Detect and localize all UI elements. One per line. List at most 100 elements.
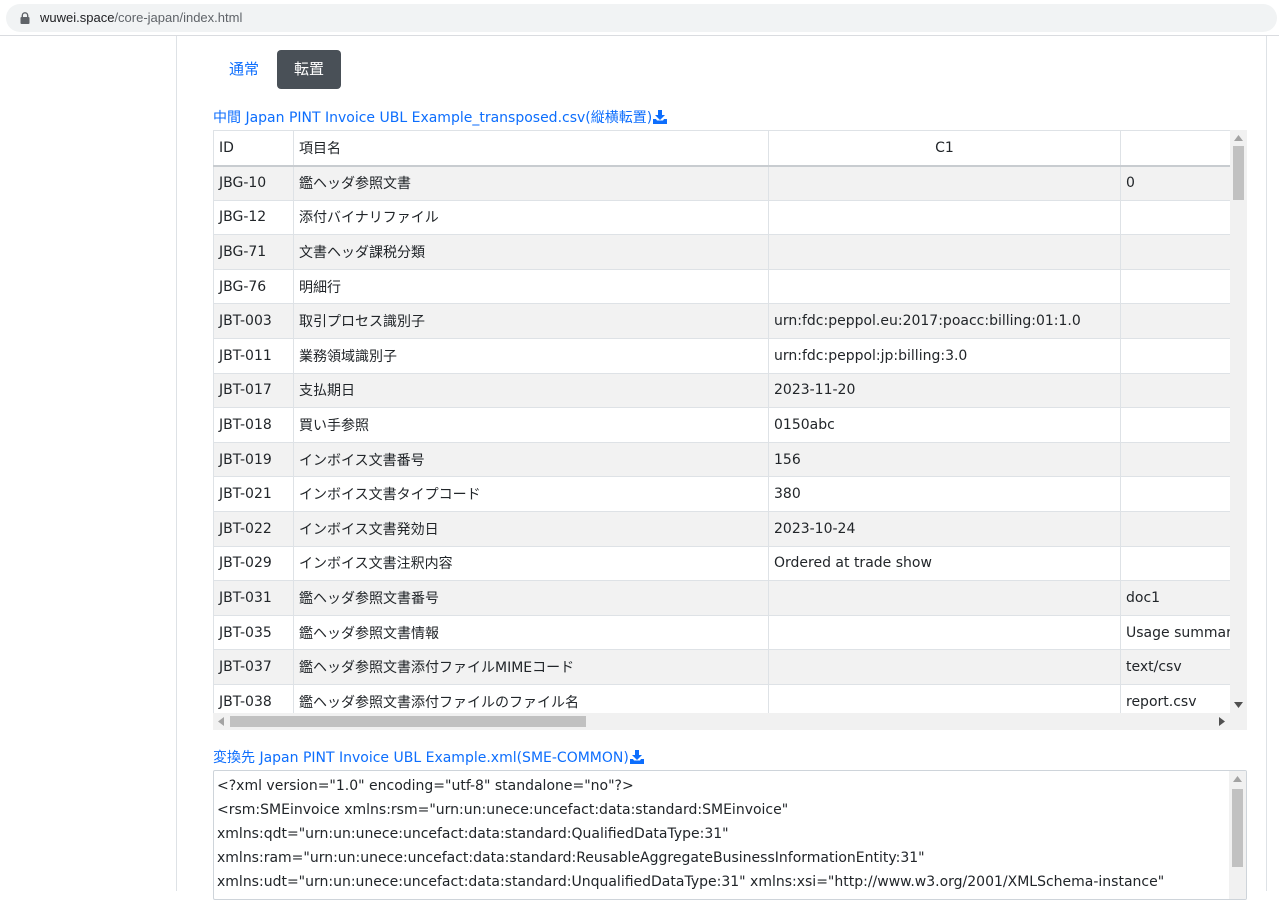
xml-line: <?xml version="1.0" encoding="utf-8" sta… bbox=[217, 778, 634, 794]
csv-download-link[interactable]: 中間 Japan PINT Invoice UBL Example_transp… bbox=[213, 109, 668, 127]
cell-item-name: インボイス文書タイプコード bbox=[293, 476, 769, 512]
cell-id: JBT-029 bbox=[213, 545, 294, 582]
cell-item-name: 買い手参照 bbox=[293, 407, 769, 443]
arrow-down-icon[interactable] bbox=[1234, 702, 1243, 708]
table-row: JBT-018 買い手参照 0150abc bbox=[213, 407, 1247, 443]
tab-normal[interactable]: 通常 bbox=[213, 50, 275, 89]
header-c2 bbox=[1120, 130, 1247, 167]
cell-item-name: 業務領域識別子 bbox=[293, 337, 769, 374]
cell-id: JBG-71 bbox=[213, 234, 294, 270]
table-row: JBT-031 鑑ヘッダ参照文書番号 doc1 bbox=[213, 580, 1247, 616]
cell-c2 bbox=[1120, 337, 1247, 374]
arrow-left-icon[interactable] bbox=[218, 717, 224, 726]
cell-item-name: 支払期日 bbox=[293, 372, 769, 409]
table-horizontal-scrollbar[interactable] bbox=[213, 713, 1247, 730]
url-path: /core-japan/index.html bbox=[114, 10, 243, 25]
xml-vertical-scrollbar[interactable] bbox=[1229, 771, 1246, 899]
cell-c2 bbox=[1120, 234, 1247, 270]
cell-id: JBT-017 bbox=[213, 372, 294, 409]
url-host: wuwei.space bbox=[40, 10, 115, 25]
cell-c1: 380 bbox=[768, 476, 1121, 512]
cell-c2 bbox=[1120, 545, 1247, 582]
table-vertical-scroll-thumb[interactable] bbox=[1233, 146, 1244, 200]
cell-c1: 2023-11-20 bbox=[768, 372, 1121, 409]
cell-item-name: インボイス文書番号 bbox=[293, 441, 769, 478]
csv-table-container[interactable]: ID 項目名 C1 JBG-10 鑑ヘッダ参照文書 0 JBG-12 添付バイナリファイ… bbox=[213, 130, 1247, 730]
cell-id: JBT-022 bbox=[213, 510, 294, 547]
cell-c1 bbox=[768, 268, 1121, 305]
xml-output-textarea[interactable]: <?xml version="1.0" encoding="utf-8" sta… bbox=[213, 770, 1247, 900]
cell-id: JBT-031 bbox=[213, 580, 294, 616]
download-icon bbox=[629, 750, 644, 764]
cell-id: JBT-018 bbox=[213, 407, 294, 443]
url-text[interactable]: wuwei.space/core-japan/index.html bbox=[40, 9, 242, 27]
header-item-name: 項目名 bbox=[293, 130, 769, 167]
arrow-up-icon[interactable] bbox=[1234, 135, 1243, 141]
cell-c2 bbox=[1120, 199, 1247, 236]
cell-c1 bbox=[768, 234, 1121, 270]
cell-c1 bbox=[768, 580, 1121, 616]
table-row: JBT-029 インボイス文書注釈内容 Ordered at trade show bbox=[213, 545, 1247, 582]
cell-item-name: 取引プロセス識別子 bbox=[293, 303, 769, 339]
cell-c2 bbox=[1120, 476, 1247, 512]
cell-c1 bbox=[768, 165, 1121, 201]
csv-table: ID 項目名 C1 JBG-10 鑑ヘッダ参照文書 0 JBG-12 添付バイナリファイ… bbox=[213, 130, 1247, 720]
content-left-border bbox=[176, 36, 177, 891]
cell-item-name: 明細行 bbox=[293, 268, 769, 305]
arrow-up-icon[interactable] bbox=[1233, 776, 1242, 782]
table-row: JBG-10 鑑ヘッダ参照文書 0 bbox=[213, 165, 1247, 201]
xml-download-link[interactable]: 変換先 Japan PINT Invoice UBL Example.xml(S… bbox=[213, 749, 644, 767]
cell-id: JBT-003 bbox=[213, 303, 294, 339]
cell-c1 bbox=[768, 649, 1121, 685]
xml-link-label: 変換先 Japan PINT Invoice UBL Example.xml(S… bbox=[213, 750, 629, 766]
browser-address-bar: wuwei.space/core-japan/index.html bbox=[0, 0, 1279, 36]
cell-item-name: インボイス文書発効日 bbox=[293, 510, 769, 547]
table-row: JBG-12 添付バイナリファイル bbox=[213, 199, 1247, 236]
cell-item-name: 添付バイナリファイル bbox=[293, 199, 769, 236]
xml-vertical-scroll-thumb[interactable] bbox=[1232, 789, 1243, 867]
download-icon bbox=[653, 110, 668, 124]
cell-id: JBG-76 bbox=[213, 268, 294, 305]
table-row: JBT-022 インボイス文書発効日 2023-10-24 bbox=[213, 510, 1247, 547]
table-row: JBT-035 鑑ヘッダ参照文書情報 Usage summar bbox=[213, 614, 1247, 651]
cell-c2 bbox=[1120, 510, 1247, 547]
xml-line: xmlns:ram="urn:un:unece:uncefact:data:st… bbox=[217, 850, 925, 866]
cell-item-name: 鑑ヘッダ参照文書添付ファイルMIMEコード bbox=[293, 649, 769, 685]
table-row: JBG-71 文書ヘッダ課税分類 bbox=[213, 234, 1247, 270]
csv-link-label: 中間 Japan PINT Invoice UBL Example_transp… bbox=[213, 110, 653, 126]
cell-id: JBT-011 bbox=[213, 337, 294, 374]
cell-item-name: 文書ヘッダ課税分類 bbox=[293, 234, 769, 270]
cell-id: JBG-10 bbox=[213, 165, 294, 201]
cell-c1 bbox=[768, 614, 1121, 651]
cell-id: JBG-12 bbox=[213, 199, 294, 236]
cell-c1: 2023-10-24 bbox=[768, 510, 1121, 547]
cell-c2: text/csv bbox=[1120, 649, 1247, 685]
header-c1: C1 bbox=[768, 130, 1121, 167]
table-row: JBT-021 インボイス文書タイプコード 380 bbox=[213, 476, 1247, 512]
lock-icon bbox=[20, 12, 30, 24]
tab-transpose[interactable]: 転置 bbox=[277, 50, 341, 89]
cell-c1: urn:fdc:peppol.eu:2017:poacc:billing:01:… bbox=[768, 303, 1121, 339]
table-row: JBT-017 支払期日 2023-11-20 bbox=[213, 372, 1247, 409]
cell-id: JBT-021 bbox=[213, 476, 294, 512]
cell-item-name: 鑑ヘッダ参照文書情報 bbox=[293, 614, 769, 651]
table-row: JBT-011 業務領域識別子 urn:fdc:peppol:jp:billing:… bbox=[213, 337, 1247, 374]
cell-c1 bbox=[768, 199, 1121, 236]
cell-c2: doc1 bbox=[1120, 580, 1247, 616]
table-vertical-scrollbar[interactable] bbox=[1230, 130, 1247, 714]
cell-c1: 0150abc bbox=[768, 407, 1121, 443]
table-horizontal-scroll-thumb[interactable] bbox=[230, 716, 586, 727]
cell-c1: 156 bbox=[768, 441, 1121, 478]
table-row: JBT-037 鑑ヘッダ参照文書添付ファイルMIMEコード text/csv bbox=[213, 649, 1247, 685]
table-row: JBT-003 取引プロセス識別子 urn:fdc:peppol.eu:2017:p… bbox=[213, 303, 1247, 339]
cell-c1: urn:fdc:peppol:jp:billing:3.0 bbox=[768, 337, 1121, 374]
cell-id: JBT-037 bbox=[213, 649, 294, 685]
cell-c2 bbox=[1120, 372, 1247, 409]
url-bar[interactable]: wuwei.space/core-japan/index.html bbox=[6, 4, 1277, 32]
cell-c2 bbox=[1120, 407, 1247, 443]
content-right-border bbox=[1266, 36, 1267, 891]
arrow-right-icon[interactable] bbox=[1219, 717, 1225, 726]
table-row: JBG-76 明細行 bbox=[213, 268, 1247, 305]
table-row: JBT-019 インボイス文書番号 156 bbox=[213, 441, 1247, 478]
xml-line: xmlns:qdt="urn:un:unece:uncefact:data:st… bbox=[217, 826, 729, 842]
